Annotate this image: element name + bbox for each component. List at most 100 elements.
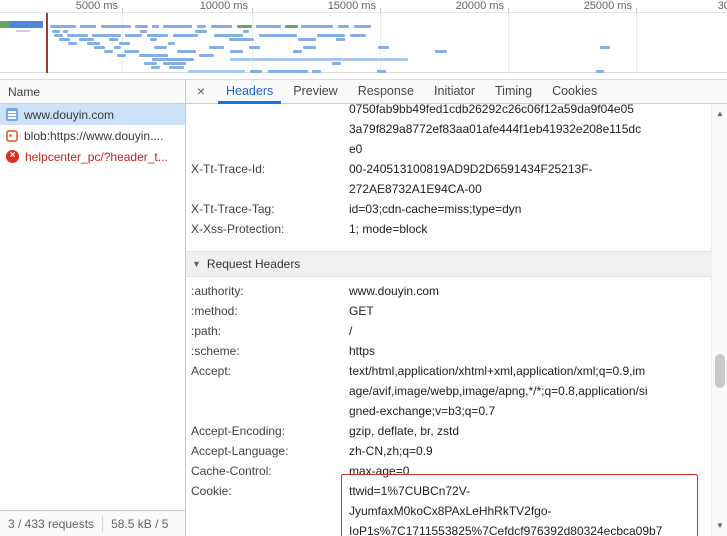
waterfall-bar — [435, 50, 447, 53]
waterfall-bar — [163, 25, 192, 28]
waterfall-bar — [229, 38, 254, 41]
timeline-label: 10000 ms — [200, 0, 248, 12]
header-name: Cookie: — [186, 481, 349, 536]
scroll-down-icon[interactable]: ▼ — [712, 521, 727, 530]
waterfall-bar — [52, 30, 60, 33]
request-name-label: blob:https://www.douyin.... — [24, 129, 163, 143]
tab-preview[interactable]: Preview — [283, 80, 347, 103]
overview-timeline-ruler: 5000 ms10000 ms15000 ms20000 ms25000 ms3… — [0, 0, 727, 13]
waterfall-bar — [303, 46, 316, 49]
request-row[interactable]: www.douyin.com — [0, 104, 185, 125]
timeline-tick — [508, 8, 509, 12]
header-value: GET — [349, 301, 374, 321]
header-value: www.douyin.com — [349, 281, 439, 301]
scrollbar-thumb[interactable] — [715, 354, 725, 388]
waterfall-bar — [94, 46, 105, 49]
waterfall-bar — [67, 34, 88, 37]
waterfall-bar — [259, 34, 297, 37]
header-row: Accept-Language:zh-CN,zh;q=0.9 — [186, 441, 711, 461]
tab-response[interactable]: Response — [348, 80, 424, 103]
header-row: X-Tt-Trace-Id:00-240513100819AD9D2D65914… — [186, 159, 711, 199]
close-icon[interactable]: × — [186, 80, 216, 103]
tab-headers[interactable]: Headers — [216, 80, 283, 103]
name-column-header[interactable]: Name — [0, 79, 185, 104]
header-value-line: 00-240513100819AD9D2D6591434F25213F- — [349, 159, 593, 179]
section-label: Request Headers — [207, 257, 300, 271]
waterfall-bar — [144, 62, 157, 65]
header-value-line: JyumfaxM0koCx8PAxLeHhRkTV2fgo- — [349, 501, 662, 521]
header-row: :scheme:https — [186, 341, 711, 361]
request-row[interactable]: ×helpcenter_pc/?header_t... — [0, 146, 185, 167]
details-pane: × HeadersPreviewResponseInitiatorTimingC… — [186, 79, 727, 536]
waterfall-bar — [177, 50, 196, 53]
waterfall-bar — [101, 25, 131, 28]
tabs-holder: HeadersPreviewResponseInitiatorTimingCoo… — [216, 80, 607, 103]
header-value: 00-240513100819AD9D2D6591434F25213F-272A… — [349, 159, 593, 199]
waterfall-bar — [147, 34, 168, 37]
header-value: text/html,application/xhtml+xml,applicat… — [349, 361, 648, 421]
waterfall-bar — [114, 46, 121, 49]
waterfall-bar — [214, 34, 243, 37]
request-name-label: helpcenter_pc/?header_t... — [25, 150, 168, 164]
tab-initiator[interactable]: Initiator — [424, 80, 485, 103]
waterfall-bar — [350, 34, 366, 37]
headers-rows: 0750fab9bb49fed1cdb26292c26c06f12a59da9f… — [186, 104, 711, 536]
header-value: gzip, deflate, br, zstd — [349, 421, 459, 441]
selected-request-bar-label — [16, 30, 30, 32]
header-value: ttwid=1%7CUBCn72V-JyumfaxM0koCx8PAxLeHhR… — [349, 481, 662, 536]
waterfall-bar — [354, 25, 371, 28]
image-icon — [6, 130, 18, 142]
tab-cookies[interactable]: Cookies — [542, 80, 607, 103]
waterfall-bar — [230, 50, 243, 53]
status-bar: 3 / 433 requests 58.5 kB / 5 — [0, 510, 185, 536]
header-value: / — [349, 321, 352, 341]
header-value-line: ttwid=1%7CUBCn72V- — [349, 481, 662, 501]
timeline-label: 20000 ms — [456, 0, 504, 12]
details-scrollbar[interactable]: ▲ ▼ — [711, 104, 727, 536]
header-row: :path:/ — [186, 321, 711, 341]
header-name: Accept: — [186, 361, 349, 421]
header-value: 0750fab9bb49fed1cdb26292c26c06f12a59da9f… — [349, 104, 641, 159]
waterfall-bar — [63, 30, 68, 33]
request-list: www.douyin.com blob:https://www.douyin...… — [0, 104, 185, 510]
waterfall-bar — [230, 58, 408, 61]
overview-waterfall[interactable] — [0, 13, 727, 73]
waterfall-bar — [378, 46, 389, 49]
waterfall-bar — [151, 66, 160, 69]
tab-timing[interactable]: Timing — [485, 80, 542, 103]
header-value-line: https — [349, 341, 375, 361]
selected-request-bar-waiting — [0, 21, 9, 28]
header-row: Accept-Encoding:gzip, deflate, br, zstd — [186, 421, 711, 441]
header-name: Accept-Language: — [186, 441, 349, 461]
request-row[interactable]: blob:https://www.douyin.... — [0, 125, 185, 146]
timeline-tick — [122, 8, 123, 12]
request-count-summary: 3 / 433 requests — [0, 517, 102, 531]
header-row: Cache-Control:max-age=0 — [186, 461, 711, 481]
header-value-line: 0750fab9bb49fed1cdb26292c26c06f12a59da9f… — [349, 104, 641, 119]
header-value-line: www.douyin.com — [349, 281, 439, 301]
header-value-line: 3a79f829a8772ef83aa01afe444f1eb41932e208… — [349, 119, 641, 139]
waterfall-bar — [87, 42, 100, 45]
load-event-line — [46, 13, 48, 73]
timeline-label: 5000 ms — [76, 0, 118, 12]
waterfall-bar — [139, 54, 168, 57]
header-name — [186, 104, 349, 159]
waterfall-bar — [237, 25, 252, 28]
header-row: Cookie:ttwid=1%7CUBCn72V-JyumfaxM0koCx8P… — [186, 481, 711, 536]
header-name: :method: — [186, 301, 349, 321]
timeline-label: 15000 ms — [328, 0, 376, 12]
header-name: Accept-Encoding: — [186, 421, 349, 441]
header-name: X-Tt-Trace-Id: — [186, 159, 349, 199]
headers-content: 0750fab9bb49fed1cdb26292c26c06f12a59da9f… — [186, 104, 711, 536]
waterfall-bar — [92, 34, 121, 37]
scroll-up-icon[interactable]: ▲ — [712, 109, 727, 118]
waterfall-bar — [135, 25, 148, 28]
section-header-request-headers[interactable]: ▼ Request Headers — [186, 251, 711, 277]
section-expand-icon: ▼ — [192, 252, 201, 277]
header-value-line: text/html,application/xhtml+xml,applicat… — [349, 361, 648, 381]
waterfall-bar — [125, 34, 142, 37]
waterfall-bar — [140, 30, 147, 33]
header-value-line: e0 — [349, 139, 641, 159]
waterfall-bar — [163, 62, 186, 65]
header-row: Accept:text/html,application/xhtml+xml,a… — [186, 361, 711, 421]
